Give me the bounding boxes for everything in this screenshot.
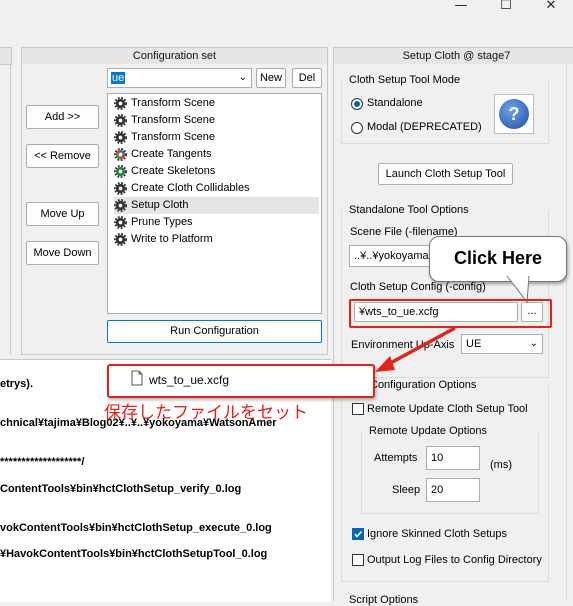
list-item-label: Transform Scene bbox=[131, 97, 215, 109]
config-step-list[interactable]: Transform Scene Transform Scene Transfor… bbox=[107, 93, 322, 314]
add-button[interactable]: Add >> bbox=[26, 105, 99, 129]
move-down-button[interactable]: Move Down bbox=[26, 241, 99, 265]
list-item-label: Create Skeletons bbox=[131, 165, 216, 177]
attempts-label: Attempts bbox=[374, 452, 418, 464]
run-configuration-button[interactable]: Run Configuration bbox=[107, 320, 322, 343]
gear-icon bbox=[114, 97, 127, 110]
standalone-radio[interactable] bbox=[351, 98, 363, 110]
list-item[interactable]: Transform Scene bbox=[114, 129, 319, 146]
maximize-button[interactable]: ☐ bbox=[496, 0, 516, 14]
help-button[interactable]: ? bbox=[494, 94, 534, 134]
list-item[interactable]: Transform Scene bbox=[114, 95, 319, 112]
colored-gear-icon bbox=[114, 148, 127, 161]
log-line: ¥HavokContentTools¥bin¥hctClothSetupTool… bbox=[0, 548, 268, 560]
log-line: *******************/ bbox=[0, 456, 85, 468]
env-up-axis-value: UE bbox=[466, 338, 482, 350]
config-file-label: Cloth Setup Config (-config) bbox=[350, 281, 486, 293]
log-line: vokContentTools¥bin¥hctClothSetup_execut… bbox=[0, 522, 272, 534]
launch-cloth-setup-button[interactable]: Launch Cloth Setup Tool bbox=[378, 163, 513, 185]
list-item-label: Create Cloth Collidables bbox=[131, 182, 250, 194]
list-item-label: Transform Scene bbox=[131, 131, 215, 143]
script-options-title: Script Options bbox=[349, 594, 419, 606]
list-item[interactable]: Prune Types bbox=[114, 214, 319, 231]
setup-cloth-header: Setup Cloth @ stage7 bbox=[333, 47, 573, 65]
list-item[interactable]: Create Cloth Collidables bbox=[114, 180, 319, 197]
file-drag-highlight: wts_to_ue.xcfg bbox=[107, 364, 375, 398]
close-button[interactable]: ✕ bbox=[541, 0, 561, 14]
green-gear-icon bbox=[114, 165, 127, 178]
ignore-skinned-label: Ignore Skinned Cloth Setups bbox=[367, 528, 508, 540]
sleep-label: Sleep bbox=[392, 484, 421, 496]
chevron-down-icon: ⌄ bbox=[238, 72, 247, 83]
left-panel bbox=[0, 64, 11, 354]
chevron-down-icon: ⌄ bbox=[529, 338, 538, 349]
list-item[interactable]: Create Tangents bbox=[114, 146, 319, 163]
remove-button[interactable]: << Remove bbox=[26, 144, 99, 168]
list-item-label: Setup Cloth bbox=[131, 199, 189, 211]
list-item-selected[interactable]: Setup Cloth bbox=[114, 197, 319, 214]
del-button[interactable]: Del bbox=[292, 68, 322, 88]
modal-radio[interactable] bbox=[351, 122, 363, 134]
gear-icon bbox=[114, 114, 127, 127]
attempts-input[interactable]: 10 bbox=[426, 446, 480, 470]
log-line: etrys). bbox=[0, 378, 34, 390]
left-panel-header bbox=[0, 47, 12, 65]
list-item-label: Create Tangents bbox=[131, 148, 212, 160]
remote-update-label: Remote Update Cloth Setup Tool bbox=[367, 403, 528, 415]
click-here-callout: Click Here bbox=[429, 236, 567, 282]
list-item[interactable]: Transform Scene bbox=[114, 112, 319, 129]
title-bar bbox=[0, 0, 573, 40]
help-icon: ? bbox=[499, 99, 529, 129]
move-up-button[interactable]: Move Up bbox=[26, 202, 99, 226]
dropdown-selected-value: ue bbox=[111, 72, 126, 84]
list-item[interactable]: Create Skeletons bbox=[114, 163, 319, 180]
ignore-skinned-checkbox[interactable] bbox=[352, 528, 364, 540]
output-log-checkbox[interactable] bbox=[352, 554, 364, 566]
gear-icon bbox=[114, 182, 127, 195]
remote-update-checkbox[interactable] bbox=[352, 403, 364, 415]
log-line: ContentTools¥bin¥hctClothSetup_verify_0.… bbox=[0, 483, 242, 495]
env-up-axis-dropdown[interactable]: UE ⌄ bbox=[461, 334, 543, 354]
list-item[interactable]: Write to Platform bbox=[114, 231, 319, 248]
checkmark-icon bbox=[354, 530, 363, 538]
list-item-label: Write to Platform bbox=[131, 233, 213, 245]
scrollbar[interactable] bbox=[566, 64, 573, 601]
modal-label: Modal (DEPRECATED) bbox=[367, 121, 482, 133]
standalone-label: Standalone bbox=[367, 97, 423, 109]
gear-icon bbox=[114, 131, 127, 144]
scene-file-input[interactable]: ..¥..¥yokoyama bbox=[349, 245, 439, 267]
new-button[interactable]: New bbox=[256, 68, 286, 88]
config-set-header: Configuration set bbox=[21, 47, 328, 65]
list-item-label: Transform Scene bbox=[131, 114, 215, 126]
gear-icon bbox=[114, 199, 127, 212]
file-icon bbox=[131, 370, 143, 386]
arrow-icon bbox=[375, 326, 456, 372]
file-name-label: wts_to_ue.xcfg bbox=[149, 373, 230, 387]
annotation-caption: 保存したファイルをセット bbox=[104, 403, 308, 423]
list-item-label: Prune Types bbox=[131, 216, 193, 228]
minimize-button[interactable]: — bbox=[451, 0, 471, 14]
gear-icon bbox=[114, 216, 127, 229]
sleep-input[interactable]: 20 bbox=[426, 478, 480, 502]
config-set-dropdown[interactable]: ue ⌄ bbox=[107, 68, 252, 88]
ms-unit-label: (ms) bbox=[490, 459, 512, 471]
gear-icon bbox=[114, 233, 127, 246]
output-log-label: Output Log Files to Config Directory bbox=[367, 554, 542, 566]
